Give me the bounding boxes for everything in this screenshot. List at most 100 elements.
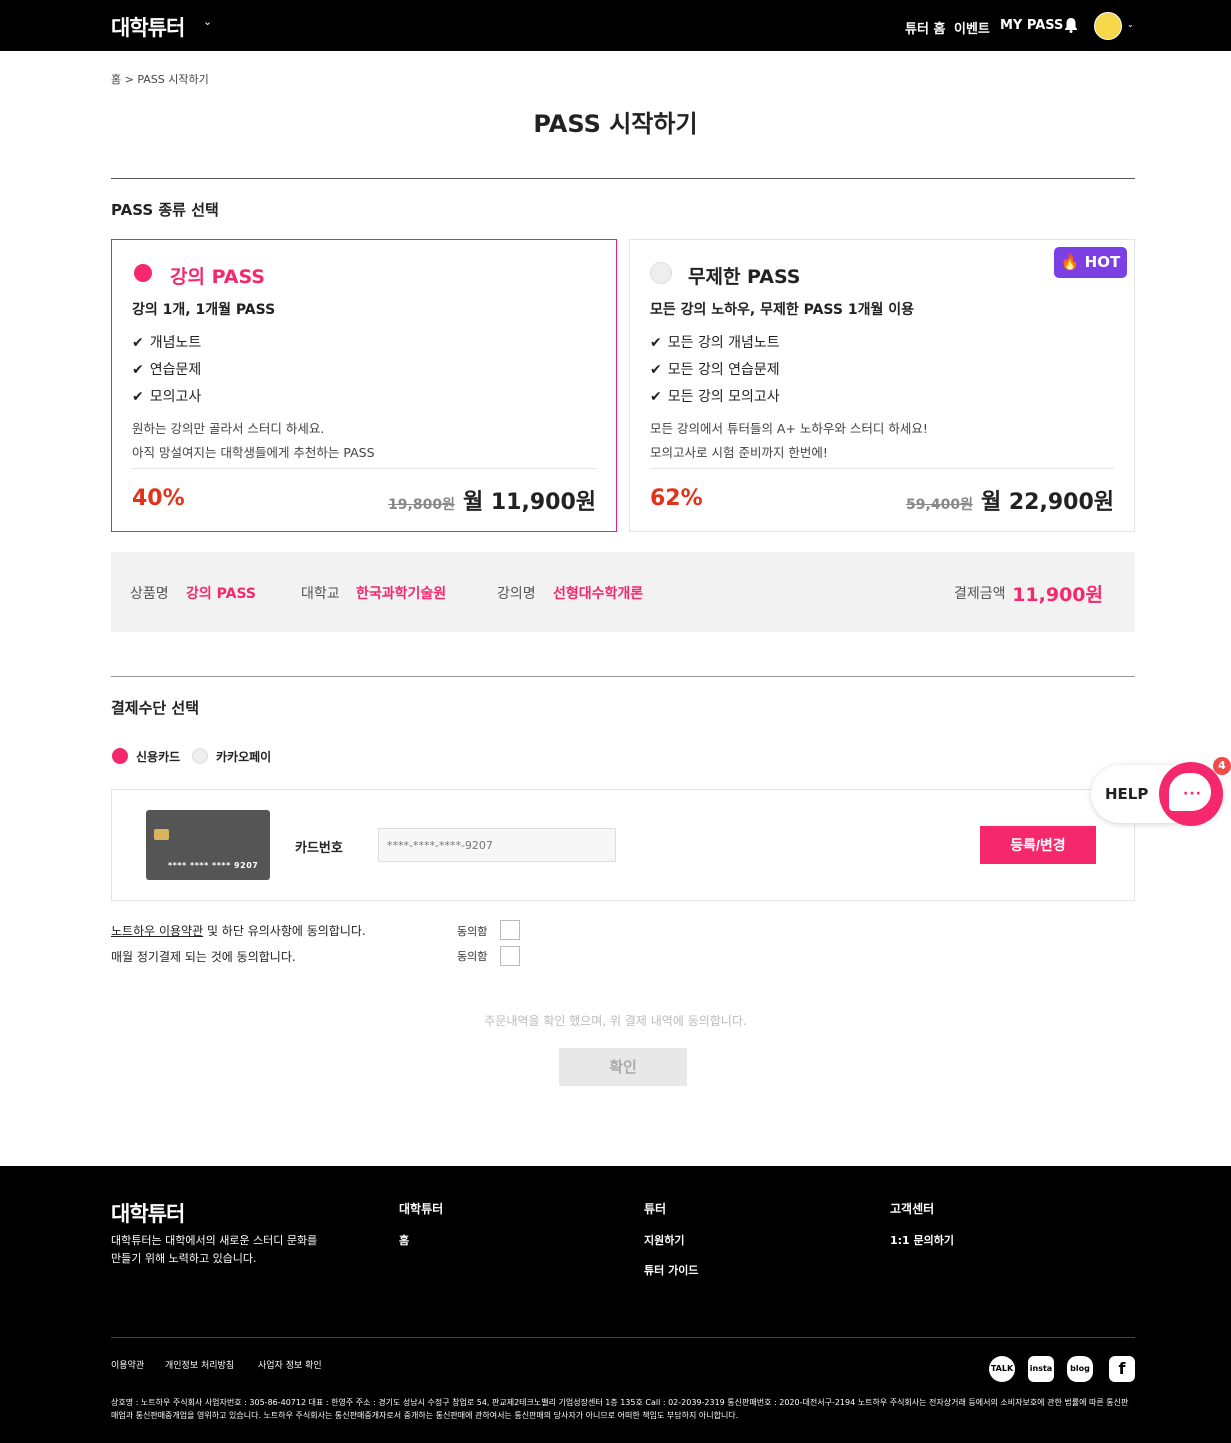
card-number-display: **** **** **** 9207 (168, 861, 259, 870)
divider (132, 468, 596, 469)
logo[interactable]: 대학튜터 (111, 12, 185, 42)
footer-link-privacy[interactable]: 개인정보 처리방침 (165, 1358, 234, 1371)
divider (650, 468, 1114, 469)
top-header: 대학튜터 ⌄ 튜터 홈 이벤트 MY PASS ⌄ (0, 0, 1231, 51)
product-label: 상품명 (130, 586, 169, 602)
lecture-label: 강의명 (497, 586, 536, 602)
card-name: 강의 PASS (170, 266, 265, 288)
total-label: 결제금액 (954, 586, 1006, 602)
card-desc: 모든 강의에서 튜터들의 A+ 노하우와 스터디 하세요! (650, 421, 928, 436)
footer-desc: 대학튜터는 대학에서의 새로운 스터디 문화를 만들기 위해 노력하고 있습니다. (111, 1234, 318, 1265)
instagram-icon[interactable]: insta (1028, 1356, 1054, 1382)
recurring-checkbox[interactable] (500, 946, 520, 966)
terms-checkbox[interactable] (500, 920, 520, 940)
agree-label: 동의함 (457, 925, 488, 938)
card-number-input[interactable] (378, 828, 616, 862)
credit-card-image: **** **** **** 9207 (146, 810, 270, 880)
facebook-icon[interactable]: f (1109, 1356, 1135, 1382)
monthly-price: 월 22,900원 (980, 490, 1114, 515)
check-icon: ✔ (650, 335, 662, 351)
card-desc: 원하는 강의만 골라서 스터디 하세요. (132, 421, 325, 436)
check-icon: ✔ (650, 389, 662, 405)
method-label[interactable]: 카카오페이 (216, 748, 271, 765)
terms-agreement: 노트하우 이용약관 및 하단 유의사항에 동의합니다. (111, 924, 366, 938)
school-value: 한국과학기술원 (356, 586, 447, 602)
method-label[interactable]: 신용카드 (136, 748, 180, 765)
check-icon: ✔ (132, 389, 144, 405)
feature-item: ✔ 모든 강의 모의고사 (650, 389, 780, 405)
feature-item: ✔ 개념노트 (132, 335, 202, 351)
radio-credit-card[interactable] (112, 748, 128, 764)
card-number-label: 카드번호 (295, 841, 343, 856)
divider (111, 178, 1135, 179)
chevron-down-icon[interactable]: ⌄ (203, 15, 212, 28)
card-name: 무제한 PASS (688, 266, 801, 288)
feature-item: ✔ 모든 강의 개념노트 (650, 335, 780, 351)
chat-dots: ··· (1183, 786, 1202, 802)
feature-item: ✔ 모의고사 (132, 389, 202, 405)
page-title: PASS 시작하기 (533, 110, 698, 138)
card-desc: 모의고사로 시험 준비까지 한번에! (650, 445, 828, 460)
divider (111, 1337, 1135, 1338)
footer-link-terms[interactable]: 이용약관 (111, 1358, 144, 1371)
terms-link[interactable]: 노트하우 이용약관 (111, 924, 203, 938)
chat-icon: ··· (1159, 762, 1223, 826)
nav-event[interactable]: 이벤트 (954, 18, 990, 37)
payment-section-title: 결제수단 선택 (111, 699, 200, 717)
kakao-talk-icon[interactable]: TALK (989, 1356, 1015, 1382)
footer-link-business[interactable]: 사업자 정보 확인 (258, 1358, 322, 1371)
check-icon: ✔ (132, 335, 144, 351)
price: 19,800원 월 11,900원 (388, 484, 596, 516)
chevron-down-icon[interactable]: ⌄ (1127, 20, 1134, 29)
price: 59,400원 월 22,900원 (906, 484, 1114, 516)
footer-col-title: 대학튜터 (399, 1202, 444, 1216)
chip-icon (154, 829, 169, 840)
pass-section-title: PASS 종류 선택 (111, 201, 219, 219)
help-button[interactable]: HELP ··· (1091, 762, 1223, 826)
radio-selected[interactable] (132, 262, 154, 284)
register-change-button[interactable]: 등록/변경 (980, 826, 1096, 864)
agree-label: 동의함 (457, 950, 488, 963)
radio-kakaopay[interactable] (192, 748, 208, 764)
discount-rate: 62% (650, 486, 703, 511)
nav-tutor-home[interactable]: 튜터 홈 (905, 18, 945, 37)
radio-unselected[interactable] (650, 262, 672, 284)
card-subtitle: 강의 1개, 1개월 PASS (132, 302, 276, 318)
footer: 대학튜터 대학튜터는 대학에서의 새로운 스터디 문화를 만들기 위해 노력하고 … (0, 1166, 1231, 1443)
help-label: HELP (1105, 785, 1149, 803)
feature-item: ✔ 모든 강의 연습문제 (650, 362, 780, 378)
notification-badge: 4 (1213, 757, 1231, 775)
bell-icon[interactable] (1064, 18, 1078, 33)
pass-card-unlimited[interactable]: 무제한 PASS 🔥 HOT 모든 강의 노하우, 무제한 PASS 1개월 이… (629, 239, 1135, 532)
discount-rate: 40% (132, 486, 185, 511)
footer-link-inquiry[interactable]: 1:1 문의하기 (890, 1232, 954, 1248)
pass-card-lecture[interactable]: 강의 PASS 강의 1개, 1개월 PASS ✔ 개념노트 ✔ 연습문제 ✔ 모의고… (111, 239, 617, 532)
confirm-button[interactable]: 확인 (559, 1048, 687, 1086)
avatar[interactable] (1094, 12, 1122, 40)
footer-link-home[interactable]: 홈 (399, 1232, 409, 1248)
divider (111, 676, 1135, 677)
business-info: 상호명 : 노트하우 주식회사 사업자번호 : 305-86-40712 대표 … (111, 1398, 1129, 1420)
feature-item: ✔ 연습문제 (132, 362, 202, 378)
nav-my-pass[interactable]: MY PASS (1000, 18, 1063, 33)
breadcrumb: 홈 > PASS 시작하기 (111, 73, 209, 86)
footer-col-title: 고객센터 (890, 1202, 935, 1216)
footer-col-title: 튜터 (644, 1202, 667, 1216)
product-value: 강의 PASS (186, 586, 256, 602)
check-icon: ✔ (650, 362, 662, 378)
footer-link-apply[interactable]: 지원하기 (644, 1232, 684, 1248)
card-info-box: **** **** **** 9207 카드번호 등록/변경 (111, 789, 1135, 901)
card-desc: 아직 망설여지는 대학생들에게 추천하는 PASS (132, 445, 375, 460)
footer-logo: 대학튜터 (111, 1202, 185, 1226)
footer-link-guide[interactable]: 튜터 가이드 (644, 1262, 698, 1278)
old-price: 59,400원 (906, 497, 973, 513)
monthly-price: 월 11,900원 (462, 490, 596, 515)
card-subtitle: 모든 강의 노하우, 무제한 PASS 1개월 이용 (650, 302, 914, 318)
recurring-agreement: 매월 정기결제 되는 것에 동의합니다. (111, 950, 296, 964)
lecture-value: 선형대수학개론 (553, 586, 644, 602)
school-label: 대학교 (301, 586, 340, 602)
blog-icon[interactable]: blog (1067, 1356, 1093, 1382)
check-icon: ✔ (132, 362, 144, 378)
total-amount: 11,900원 (1012, 584, 1103, 606)
order-summary: 상품명 강의 PASS 대학교 한국과학기술원 강의명 선형대수학개론 결제금액… (111, 552, 1135, 632)
